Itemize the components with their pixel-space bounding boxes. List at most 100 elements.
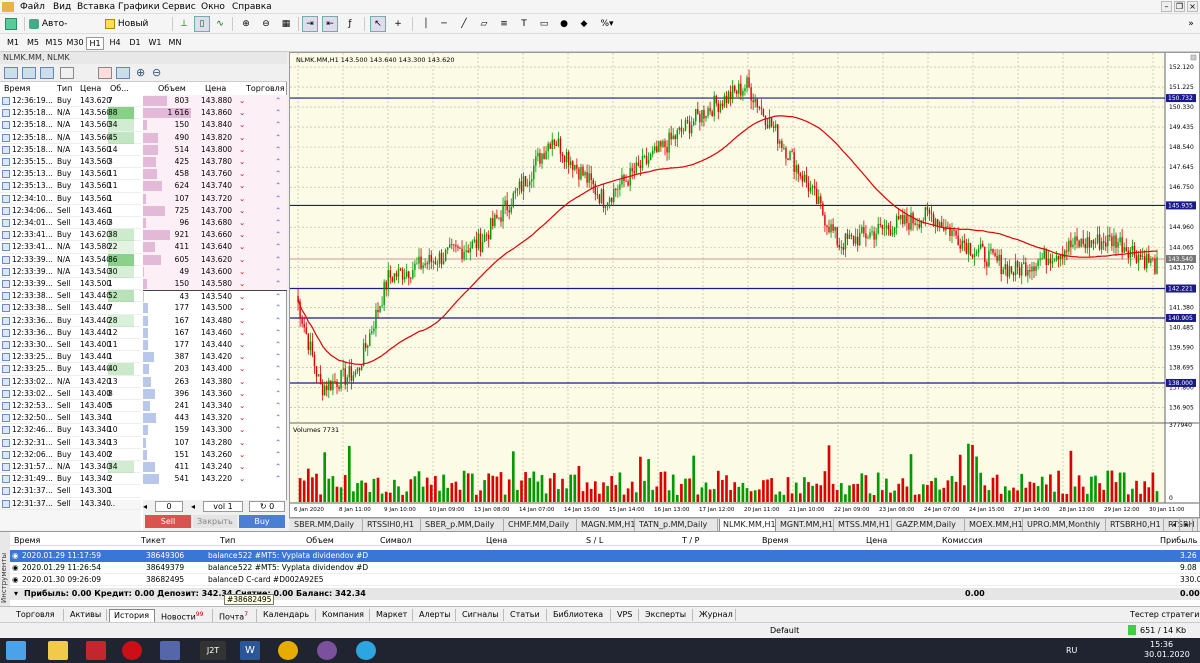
sell-arrow-icon[interactable]: ⌄	[239, 95, 245, 107]
close-icon[interactable]: ×	[1187, 1, 1198, 12]
col-time2[interactable]: Время	[762, 536, 788, 545]
terminal-tab[interactable]: Журнал	[695, 609, 736, 621]
word-icon[interactable]: W	[240, 641, 260, 660]
tf-m15[interactable]: M15	[44, 37, 64, 50]
sell-arrow-icon[interactable]: ⌄	[239, 266, 245, 278]
menu-window[interactable]: Окно	[201, 2, 225, 12]
trade-row[interactable]: 12:33:02... N/A 143.420 13	[0, 376, 141, 388]
history-row[interactable]: ◉ 2020.01.29 11:17:59 38649306 balance 522 #…	[10, 550, 1200, 562]
ask-row[interactable]: 49 143.600 ⌄ ⌃	[143, 265, 287, 278]
buy-arrow-icon[interactable]: ⌃	[275, 132, 281, 144]
ask-row[interactable]: 107 143.720 ⌄ ⌃	[143, 192, 287, 205]
sell-arrow-icon[interactable]: ⌄	[239, 229, 245, 241]
trade-row[interactable]: 12:35:13... Buy 143.560 11	[0, 180, 141, 193]
trade-row[interactable]: 12:31:49... Buy 143.340 2	[0, 473, 141, 486]
buy-button[interactable]: Buy	[239, 515, 285, 528]
ask-row[interactable]: 624 143.740 ⌄ ⌃	[143, 180, 287, 193]
restore-icon[interactable]: ❐	[1174, 1, 1185, 12]
tile-icon[interactable]: ▦	[278, 16, 294, 32]
zoom-in-icon[interactable]: ⊕	[238, 16, 254, 32]
buy-arrow-icon[interactable]: ⌃	[275, 302, 281, 314]
sell-button[interactable]: Sell	[145, 515, 191, 528]
sell-arrow-icon[interactable]: ⌄	[239, 339, 245, 351]
sell-arrow-icon[interactable]: ⌄	[239, 254, 245, 266]
trade-row[interactable]: 12:34:06... Sell 143.460 1	[0, 205, 141, 217]
horizontal-line-icon[interactable]: ─	[436, 16, 452, 32]
ask-row[interactable]: 605 143.620 ⌄ ⌃	[143, 253, 287, 266]
sell-arrow-icon[interactable]: ⌄	[239, 424, 245, 436]
buy-arrow-icon[interactable]: ⌃	[275, 205, 281, 217]
sell-arrow-icon[interactable]: ⌄	[239, 241, 245, 253]
trade-row[interactable]: 12:31:37... Sell 143.300 1	[0, 485, 141, 498]
terminal-tab[interactable]: Статьи	[506, 609, 547, 621]
bid-row[interactable]: 541 143.220 ⌄ ⌃	[143, 473, 287, 485]
candle-chart-icon[interactable]: ▯	[194, 16, 210, 32]
ask-row[interactable]: 411 143.640 ⌄ ⌃	[143, 241, 287, 254]
buy-arrow-icon[interactable]: ⌃	[275, 376, 281, 388]
trade-row[interactable]: 12:32:53... Sell 143.400 5	[0, 400, 141, 413]
sell-arrow-icon[interactable]: ⌄	[239, 132, 245, 144]
ask-row[interactable]: 725 143.700 ⌄ ⌃	[143, 204, 287, 217]
buy-arrow-icon[interactable]: ⌃	[275, 168, 281, 180]
trade-row[interactable]: 12:36:19... Buy 143.620 7	[0, 95, 141, 108]
shapes-dropdown-icon[interactable]: %▾	[596, 16, 618, 32]
ask-row[interactable]: 458 143.760 ⌄ ⌃	[143, 168, 287, 181]
sell-arrow-icon[interactable]: ⌄	[239, 449, 245, 461]
depth-zoom-in-icon[interactable]: ⊕	[136, 66, 145, 79]
trade-row[interactable]: 12:32:50... Sell 143.340 1	[0, 412, 141, 425]
opera-icon[interactable]	[122, 641, 142, 660]
ask-row[interactable]: 921 143.660 ⌄ ⌃	[143, 229, 287, 242]
trade-row[interactable]: 12:33:39... N/A 143.540 30	[0, 265, 141, 278]
ask-row[interactable]: 1 616 143.860 ⌄ ⌃	[143, 107, 287, 120]
menu-file[interactable]: Файл	[20, 2, 45, 12]
history-row[interactable]: ◉ 2020.01.29 11:26:54 38649379 balance 522 #…	[10, 562, 1200, 574]
tf-m1[interactable]: M1	[4, 37, 22, 50]
bid-row[interactable]: 43 143.540 ⌄ ⌃	[143, 290, 287, 303]
trade-row[interactable]: 12:33:39... N/A 143.540 86	[0, 253, 141, 266]
tf-mn[interactable]: MN	[166, 37, 184, 50]
chart-shift-icon[interactable]: ⇤	[322, 16, 338, 32]
ask-row[interactable]: 514 143.800 ⌄ ⌃	[143, 143, 287, 156]
fibo-icon[interactable]: ≡	[496, 16, 512, 32]
sell-arrow-icon[interactable]: ⌄	[239, 351, 245, 363]
menu-view[interactable]: Вид	[53, 2, 71, 12]
channel-icon[interactable]: ▱	[476, 16, 492, 32]
trade-row[interactable]: 12:33:02... Sell 143.400 8	[0, 388, 141, 400]
sell-arrow-icon[interactable]: ⌄	[239, 180, 245, 192]
sl-field[interactable]: ↻ 0	[249, 501, 285, 512]
ask-row[interactable]: 150 143.840 ⌄ ⌃	[143, 119, 287, 132]
trade-row[interactable]: 12:31:37... Sell 143.340...	[0, 498, 141, 510]
bid-row[interactable]: 167 143.460 ⌄ ⌃	[143, 327, 287, 339]
terminal-tab[interactable]: Алерты	[415, 609, 456, 621]
bid-row[interactable]: 263 143.380 ⌄ ⌃	[143, 376, 287, 388]
buy-arrow-icon[interactable]: ⌃	[275, 449, 281, 461]
depth-zoom-out-icon[interactable]: ⊖	[152, 66, 161, 79]
terminal-tab[interactable]: Маркет	[372, 609, 413, 621]
bid-row[interactable]: 177 143.440 ⌄ ⌃	[143, 339, 287, 351]
terminal-tab[interactable]: Сигналы	[458, 609, 504, 621]
chrome-icon[interactable]	[278, 641, 298, 660]
buy-arrow-icon[interactable]: ⌃	[275, 229, 281, 241]
ask-row[interactable]: 150 143.580 ⌄ ⌃	[143, 278, 287, 291]
buy-arrow-icon[interactable]: ⌃	[275, 241, 281, 253]
lot-field[interactable]: 0	[155, 501, 183, 512]
sell-arrow-icon[interactable]: ⌄	[239, 168, 245, 180]
chart-window[interactable]: 152.120 151.225 150.732 150.330 149.435 148.5…	[289, 52, 1200, 518]
bid-row[interactable]: 411 143.240 ⌄ ⌃	[143, 461, 287, 473]
sell-arrow-icon[interactable]: ⌄	[239, 156, 245, 168]
menu-tools[interactable]: Сервис	[162, 2, 196, 12]
clock-date[interactable]: 30.01.2020	[1144, 650, 1190, 659]
depth-sell-icon[interactable]	[98, 67, 112, 79]
trade-row[interactable]: 12:34:10... Buy 143.560 1	[0, 193, 141, 205]
sell-arrow-icon[interactable]: ⌄	[239, 217, 245, 229]
terminal-tab[interactable]: Компания	[318, 609, 370, 621]
terminal-tab[interactable]: VPS	[613, 609, 639, 621]
trade-row[interactable]: 12:33:36... Buy 143.440 28	[0, 314, 141, 327]
depth-chart-icon[interactable]	[40, 67, 54, 79]
buy-arrow-icon[interactable]: ⌃	[275, 351, 281, 363]
line-chart-icon[interactable]: ∿	[212, 16, 228, 32]
bid-row[interactable]: 177 143.500 ⌄ ⌃	[143, 302, 287, 314]
buy-arrow-icon[interactable]: ⌃	[275, 156, 281, 168]
buy-arrow-icon[interactable]: ⌃	[275, 461, 281, 473]
buy-arrow-icon[interactable]: ⌃	[275, 437, 281, 449]
